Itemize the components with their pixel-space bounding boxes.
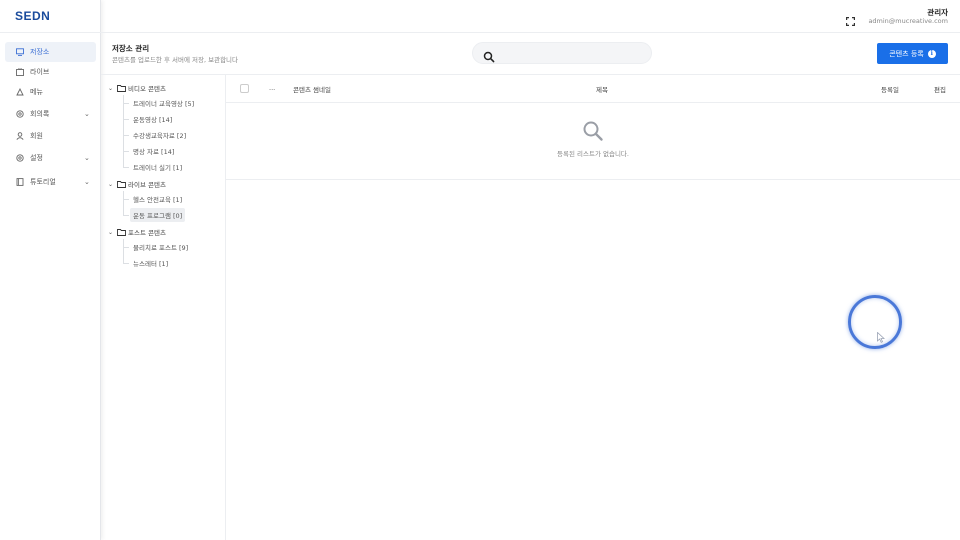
- tree-connector: [123, 135, 129, 136]
- chevron-down-icon: ⌄: [84, 178, 90, 186]
- folder-icon: [117, 228, 126, 236]
- select-all-checkbox[interactable]: [240, 84, 249, 93]
- sidebar-item-members[interactable]: 회원: [5, 126, 96, 146]
- sidebar-item-label: 튜토리얼: [30, 178, 56, 186]
- top-bar: 관리자 admin@mucreative.com: [101, 0, 960, 33]
- column-header-date: 등록일: [881, 86, 899, 94]
- tree-folder-label: 비디오 콘텐츠: [128, 85, 166, 93]
- cursor-highlight: [848, 295, 902, 349]
- column-header-title: 제목: [596, 86, 608, 94]
- tree-folder-label: 라이브 콘텐츠: [128, 181, 166, 189]
- folder-icon: [117, 84, 126, 92]
- sedn-logo[interactable]: SEDN: [15, 9, 50, 23]
- tree-item[interactable]: 수강생교육자료 [2]: [130, 128, 189, 142]
- page-header: 저장소 관리 콘텐츠를 업로드한 후 서버에 저장, 보관합니다 콘텐츠 등록 …: [101, 33, 960, 75]
- tree-item[interactable]: 운동영상 [14]: [130, 112, 175, 126]
- chevron-down-icon: ⌄: [84, 154, 90, 162]
- chevron-down-icon[interactable]: ⌄: [108, 181, 117, 188]
- tree-folder-live[interactable]: ⌄ 라이브 콘텐츠: [108, 177, 166, 191]
- tree-item[interactable]: 명상 자료 [14]: [130, 144, 177, 158]
- chevron-down-icon[interactable]: ⌄: [108, 229, 117, 236]
- tree-connector: [123, 103, 129, 104]
- tree-item[interactable]: 트레이너 교육영상 [5]: [130, 96, 197, 110]
- settings-icon: [16, 154, 24, 162]
- sidebar-item-minutes[interactable]: 회의록 ⌄: [5, 104, 96, 124]
- tree-item[interactable]: 헬스 안전교육 [1]: [130, 192, 185, 206]
- tree-connector: [123, 151, 129, 152]
- sidebar-item-tutorial[interactable]: 튜토리얼 ⌄: [5, 172, 96, 192]
- tree-connector: [123, 239, 124, 264]
- info-icon: i: [927, 49, 936, 58]
- tree-connector: [123, 191, 124, 216]
- sidebar-item-label: 설정: [30, 154, 43, 162]
- sidebar-item-label: 저장소: [30, 48, 50, 56]
- fullscreen-icon[interactable]: [846, 11, 855, 26]
- sidebar-item-label: 라이브: [30, 68, 50, 76]
- tree-connector: [123, 95, 124, 168]
- page-subtitle: 콘텐츠를 업로드한 후 서버에 저장, 보관합니다: [112, 56, 239, 64]
- register-content-label: 콘텐츠 등록: [889, 49, 924, 58]
- sidebar-item-label: 회의록: [30, 110, 50, 118]
- monitor-icon: [16, 48, 24, 56]
- tree-connector: [123, 119, 129, 120]
- user-icon: [16, 132, 24, 140]
- folder-icon: [117, 180, 126, 188]
- sidebar-item-label: 회원: [30, 132, 43, 140]
- register-content-button[interactable]: 콘텐츠 등록 i: [877, 43, 948, 64]
- empty-state: 등록된 리스트가 없습니다.: [226, 103, 960, 180]
- tree-folder-video[interactable]: ⌄ 비디오 콘텐츠: [108, 81, 166, 95]
- search-box[interactable]: [472, 42, 652, 64]
- menu-icon: [16, 87, 24, 96]
- settings-icon: [16, 110, 24, 118]
- tree-folder-label: 포스트 콘텐츠: [128, 229, 166, 237]
- tree-connector: [123, 167, 129, 168]
- column-header-edit: 편집: [934, 86, 946, 94]
- sidebar-item-settings[interactable]: 설정 ⌄: [5, 148, 96, 168]
- search-input[interactable]: [499, 46, 644, 60]
- chevron-down-icon[interactable]: ⌄: [108, 85, 117, 92]
- column-header-thumbnail: 콘텐츠 썸네일: [293, 86, 331, 94]
- tree-connector: [123, 247, 129, 248]
- book-icon: [16, 178, 24, 186]
- tree-item-selected[interactable]: 운동 프로그램 [0]: [130, 208, 186, 222]
- column-header-more: ...: [269, 84, 276, 92]
- tree-connector: [123, 263, 129, 264]
- live-icon: [16, 67, 24, 76]
- search-icon: [483, 48, 495, 63]
- divider: [0, 32, 101, 33]
- empty-message: 등록된 리스트가 없습니다.: [557, 150, 629, 158]
- tree-item[interactable]: 물리치료 포스트 [9]: [130, 240, 191, 254]
- tree-connector: [123, 199, 129, 200]
- tree-folder-post[interactable]: ⌄ 포스트 콘텐츠: [108, 225, 166, 239]
- tree-item[interactable]: 트레이너 실기 [1]: [130, 160, 185, 174]
- sidebar: SEDN 저장소 라이브 메뉴 회의록 ⌄ 회원 설정 ⌄ 튜토리얼 ⌄: [0, 0, 101, 540]
- sidebar-item-label: 메뉴: [30, 88, 43, 96]
- sidebar-item-live[interactable]: 라이브: [5, 62, 96, 82]
- sidebar-item-storage[interactable]: 저장소: [5, 42, 96, 62]
- tree-connector: [123, 215, 129, 216]
- folder-tree: ⌄ 비디오 콘텐츠 트레이너 교육영상 [5] 운동영상 [14] 수강생교육자…: [101, 75, 226, 540]
- user-email: admin@mucreative.com: [868, 17, 948, 25]
- table-header: ... 콘텐츠 썸네일 제목 등록일 편집: [226, 75, 960, 103]
- sidebar-item-menu[interactable]: 메뉴: [5, 82, 96, 102]
- content-table: ... 콘텐츠 썸네일 제목 등록일 편집 등록된 리스트가 없습니다.: [226, 75, 960, 180]
- tree-item[interactable]: 뉴스레터 [1]: [130, 256, 171, 270]
- page-title: 저장소 관리: [112, 44, 150, 53]
- cursor-icon: [877, 332, 885, 343]
- search-icon: [583, 121, 603, 141]
- chevron-down-icon: ⌄: [84, 110, 90, 118]
